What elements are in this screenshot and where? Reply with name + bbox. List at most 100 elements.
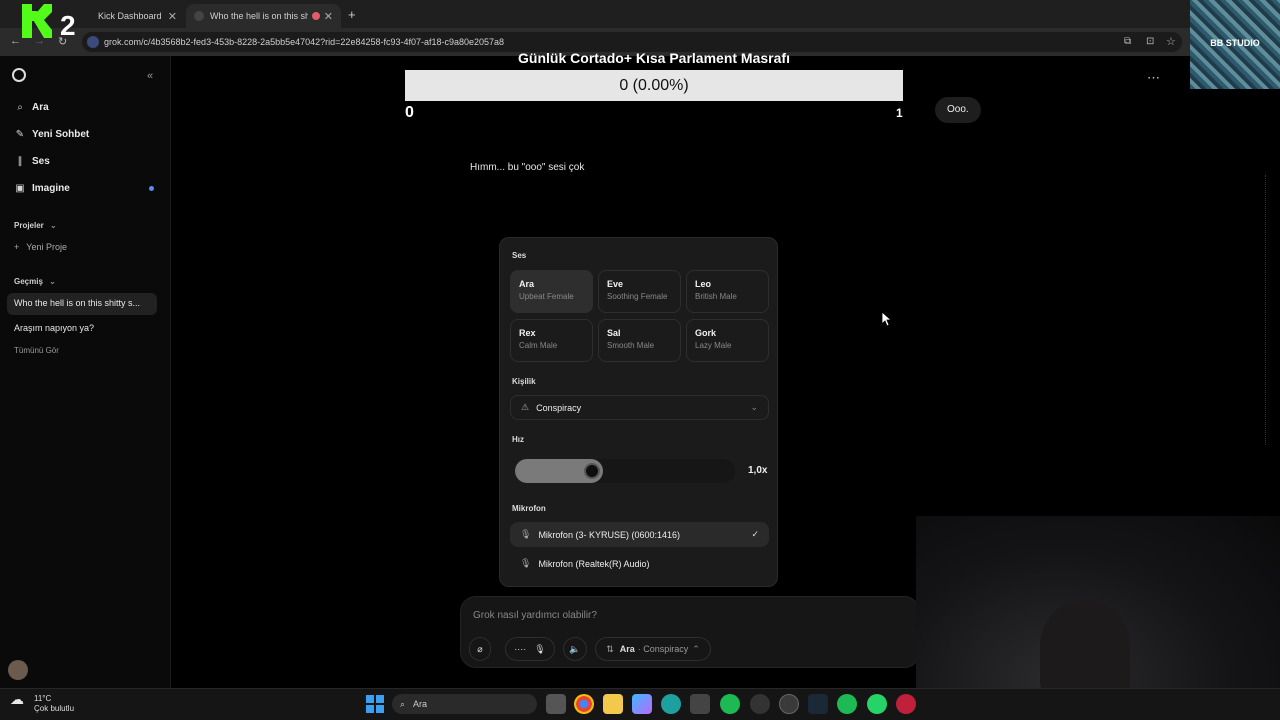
chevron-down-icon: ⌄: [750, 402, 758, 412]
voice-mode-button[interactable]: ···· 🎙: [505, 637, 555, 661]
tab-grok-chat[interactable]: Who the hell is on this shitty ✕: [186, 4, 341, 28]
voice-option-rex[interactable]: Rex Calm Male: [510, 319, 593, 362]
waveform-icon: ∥: [17, 156, 23, 167]
stream-counter-icon: 2: [60, 10, 76, 38]
voice-option-gork[interactable]: Gork Lazy Male: [686, 319, 769, 362]
mic-option-kyruse[interactable]: 🎙 Mikrofon (3- KYRUSE) (0600:1416) ✓: [510, 522, 769, 547]
steam-icon[interactable]: [808, 694, 828, 714]
speed-section-label: Hız: [512, 435, 524, 444]
overlay-min: 0: [405, 104, 414, 121]
overlay-progress-bar: 0 (0.00%): [405, 70, 903, 101]
bookmark-star-icon[interactable]: ☆: [1166, 35, 1176, 48]
sidebar-item-imagine[interactable]: ▣ Imagine: [14, 183, 70, 194]
new-project-label: Yeni Proje: [26, 242, 67, 252]
mic-name: Mikrofon (Realtek(R) Audio): [538, 558, 650, 569]
projects-header[interactable]: Projeler ⌄: [14, 221, 57, 230]
mic-permission-icon[interactable]: [87, 36, 99, 48]
windows-start-icon[interactable]: [366, 695, 384, 713]
app-icon-red[interactable]: [896, 694, 916, 714]
selected-voice: Ara: [619, 644, 635, 654]
weather-widget[interactable]: 11°C Çok bulutlu: [34, 694, 74, 714]
collapse-sidebar-icon[interactable]: «: [147, 70, 153, 82]
taskbar-search-label: Ara: [413, 699, 428, 709]
history-label: Geçmiş: [14, 277, 43, 286]
voice-name: Rex: [519, 328, 536, 338]
voice-description: Calm Male: [519, 341, 558, 350]
spotify-icon[interactable]: [720, 694, 740, 714]
microphone-icon: 🎙: [520, 558, 532, 568]
voice-name: Eve: [607, 279, 624, 289]
edge-icon[interactable]: [661, 694, 681, 714]
personality-section-label: Kişilik: [512, 377, 536, 386]
watermark-text: BB STUDIO: [1210, 38, 1260, 48]
speed-value: 1,0x: [748, 465, 768, 476]
voice-description: Upbeat Female: [519, 292, 574, 301]
sidebar-item-label: Ses: [32, 156, 50, 167]
scroll-track[interactable]: [1260, 175, 1266, 445]
voice-settings-panel: Ses Ara Upbeat Female Eve Soothing Femal…: [499, 237, 778, 587]
weather-desc: Çok bulutlu: [34, 704, 75, 713]
translate-icon[interactable]: ⧉: [1124, 36, 1131, 47]
grok-logo-icon[interactable]: [12, 68, 26, 82]
store-icon[interactable]: [690, 694, 710, 714]
search-icon: ⌕: [400, 698, 406, 709]
mic-name: Mikrofon (3- KYRUSE) (0600:1416): [538, 529, 680, 540]
kick-logo: 2: [22, 4, 76, 38]
sidebar-item-search[interactable]: ⌕ Ara: [14, 102, 49, 113]
voice-option-eve[interactable]: Eve Soothing Female: [598, 270, 681, 313]
whatsapp-icon[interactable]: [867, 694, 887, 714]
spotify-icon-2[interactable]: [837, 694, 857, 714]
file-explorer-icon[interactable]: [603, 694, 623, 714]
history-item[interactable]: Araşım napıyon ya?: [14, 323, 94, 333]
attach-icon[interactable]: ⌀: [469, 637, 491, 661]
sidebar-item-label: Imagine: [32, 183, 70, 194]
taskbar-search[interactable]: ⌕ Ara: [392, 694, 537, 714]
new-project-button[interactable]: + Yeni Proje: [14, 242, 67, 252]
user-message-bubble: Ooo.: [935, 97, 981, 123]
image-icon: ▣: [15, 183, 25, 194]
plus-icon: +: [14, 242, 20, 252]
voice-description: British Male: [695, 292, 737, 301]
see-all-link[interactable]: Tümünü Gör: [14, 346, 59, 355]
copilot-icon[interactable]: [632, 694, 652, 714]
app-icon[interactable]: [750, 694, 770, 714]
voice-name: Gork: [695, 328, 717, 338]
tab-label: Who the hell is on this shitty: [210, 11, 308, 21]
voice-option-leo[interactable]: Leo British Male: [686, 270, 769, 313]
assistant-message: Hımm... bu "ooo" sesi çok: [470, 162, 585, 173]
chrome-active-icon[interactable]: [779, 694, 799, 714]
chat-input[interactable]: Grok nasıl yardımcı olabilir?: [473, 610, 597, 621]
voice-option-sal[interactable]: Sal Smooth Male: [598, 319, 681, 362]
sidebar-item-label: Yeni Sohbet: [32, 129, 90, 140]
install-app-icon[interactable]: ⊡: [1146, 36, 1154, 47]
back-icon[interactable]: ←: [10, 35, 21, 47]
history-header[interactable]: Geçmiş ⌄: [14, 277, 56, 286]
mouse-cursor-icon: [882, 312, 892, 326]
sidebar: [0, 56, 171, 688]
sidebar-item-voice[interactable]: ∥ Ses: [14, 156, 50, 167]
new-tab-button[interactable]: +: [348, 7, 356, 22]
personality-select[interactable]: ⚠ Conspiracy ⌄: [510, 395, 769, 420]
close-tab-icon[interactable]: ✕: [168, 10, 177, 23]
mic-option-realtek[interactable]: 🎙 Mikrofon (Realtek(R) Audio): [510, 551, 769, 576]
chevron-up-icon: ⌃: [692, 643, 700, 654]
voice-option-ara[interactable]: Ara Upbeat Female: [510, 270, 593, 313]
history-item[interactable]: Who the hell is on this shitty s...: [14, 298, 140, 308]
selected-persona: · Conspiracy: [637, 644, 689, 654]
sidebar-item-new-chat[interactable]: ✎ Yeni Sohbet: [14, 129, 89, 140]
speaker-icon[interactable]: 🔈: [563, 637, 587, 661]
chat-composer: Grok nasıl yardımcı olabilir? ⌀ ···· 🎙 🔈 …: [460, 596, 920, 668]
weather-icon[interactable]: ☁: [10, 691, 24, 708]
waveform-icon: ····: [514, 644, 527, 654]
address-bar[interactable]: grok.com/c/4b3568b2-fed3-453b-8228-2a5bb…: [82, 32, 1182, 52]
voice-name: Leo: [695, 279, 712, 289]
speed-slider-handle[interactable]: [584, 463, 600, 479]
voice-persona-selector[interactable]: ⇅ Ara · Conspiracy ⌃: [595, 637, 711, 661]
more-options-icon[interactable]: ⋯: [1147, 70, 1160, 86]
chevron-down-icon: ⌄: [49, 277, 56, 286]
close-tab-icon[interactable]: ✕: [324, 10, 333, 23]
chrome-icon[interactable]: [574, 694, 594, 714]
avatar[interactable]: [8, 660, 28, 680]
search-icon: ⌕: [17, 102, 23, 113]
task-view-icon[interactable]: [546, 694, 566, 714]
